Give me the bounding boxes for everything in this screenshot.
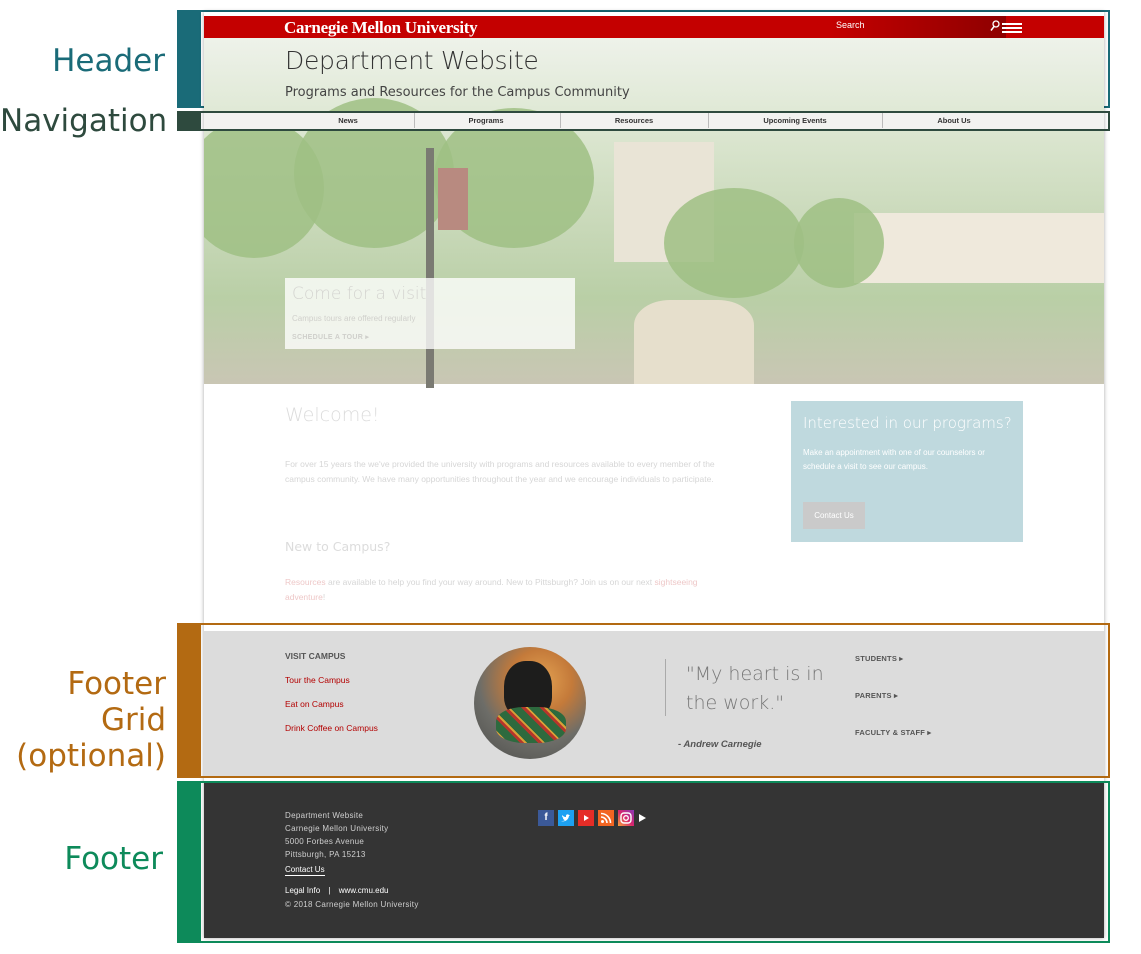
navigation-annotation-label: Navigation xyxy=(0,103,168,139)
walkway xyxy=(634,300,754,384)
footer-grid-annotation-box xyxy=(199,623,1110,778)
hero-text: Campus tours are offered regularly xyxy=(292,314,416,323)
schedule-tour-link[interactable]: SCHEDULE A TOUR ▸ xyxy=(292,333,369,341)
contact-us-button[interactable]: Contact Us xyxy=(803,502,865,529)
search-icon[interactable] xyxy=(990,20,1000,32)
university-logo[interactable]: Carnegie Mellon University xyxy=(284,18,478,38)
navigation-annotation-box xyxy=(199,111,1110,131)
resources-link[interactable]: Resources xyxy=(285,577,326,587)
footer-grid-annotation-bar xyxy=(177,623,199,778)
site-subtitle: Programs and Resources for the Campus Co… xyxy=(285,85,630,100)
new-to-campus-text-end: ! xyxy=(322,592,326,602)
hero-callout: Come for a visit Campus tours are offere… xyxy=(285,278,575,349)
welcome-text: For over 15 years the we've provided the… xyxy=(285,459,715,484)
search-input[interactable]: Search xyxy=(836,20,865,30)
header-annotation-label: Header xyxy=(52,43,165,79)
welcome-heading: Welcome! xyxy=(285,404,380,426)
building xyxy=(854,213,1104,283)
tree xyxy=(794,198,884,288)
lamp-post xyxy=(426,148,434,388)
footer-grid-annotation-label: Footer Grid (optional) xyxy=(0,666,166,774)
footer-annotation-box xyxy=(199,781,1110,943)
navigation-annotation-bar xyxy=(177,111,199,131)
promo-text: Make an appointment with one of our coun… xyxy=(803,448,985,471)
footer-annotation-bar xyxy=(177,781,199,943)
programs-promo: Interested in our programs? Make an appo… xyxy=(791,401,1023,542)
footer-annotation-label: Footer xyxy=(64,841,163,877)
university-bar: Carnegie Mellon University Search xyxy=(204,16,1104,38)
site-title: Department Website xyxy=(285,46,539,75)
new-to-campus-text: Resources are available to help you find… xyxy=(285,575,735,605)
hero-heading: Come for a visit xyxy=(292,284,427,304)
tree xyxy=(664,188,804,298)
footer-grid-annotation-line2: (optional) xyxy=(16,738,166,774)
footer-grid-annotation-line1: Footer Grid xyxy=(67,666,166,738)
promo-heading: Interested in our programs? xyxy=(803,414,1012,432)
new-to-campus-heading: New to Campus? xyxy=(285,539,391,554)
banner xyxy=(438,168,468,230)
search-box[interactable]: Search xyxy=(830,16,1006,38)
new-to-campus-text-part: are available to help you find your way … xyxy=(325,577,655,587)
header-annotation-bar xyxy=(177,10,199,108)
hamburger-menu-icon[interactable] xyxy=(1002,23,1022,33)
